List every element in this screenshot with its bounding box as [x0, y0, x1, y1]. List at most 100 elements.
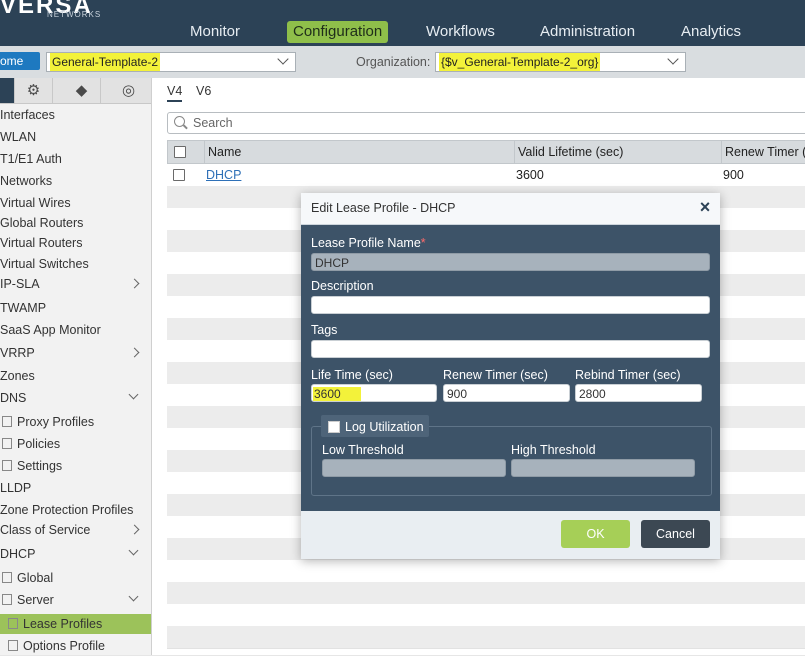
tab-v6[interactable]: V6: [196, 84, 211, 98]
high-threshold-field[interactable]: [511, 459, 695, 477]
organization-select[interactable]: {$v_General-Template-2_org}: [435, 52, 686, 72]
chevron-right-icon: [129, 278, 140, 289]
sidebar-item-class-of-service[interactable]: Class of Service: [0, 520, 151, 540]
log-utilization-label: Log Utilization: [345, 420, 424, 434]
sidebar-item-lldp[interactable]: LLDP: [0, 478, 31, 498]
sidebar-item-saas-app-monitor[interactable]: SaaS App Monitor: [0, 320, 101, 340]
lease-profile-name-label: Lease Profile Name*: [311, 236, 426, 250]
description-field[interactable]: [311, 296, 710, 314]
search-input[interactable]: Search: [167, 112, 805, 134]
sidebar-item-label: Options Profile: [23, 639, 105, 653]
cell-name: DHCP: [203, 164, 511, 186]
tab-menu[interactable]: ›: [0, 78, 15, 103]
description-label: Description: [311, 279, 374, 293]
life-time-value: 3600: [313, 387, 361, 401]
sidebar-item-label: DNS: [0, 391, 27, 405]
sidebar-item-virtual-routers[interactable]: Virtual Routers: [0, 233, 82, 253]
cancel-button[interactable]: Cancel: [641, 520, 710, 548]
page-icon: [2, 438, 12, 449]
table-row[interactable]: DHCP 3600 900: [167, 164, 805, 187]
sidebar-item-dhcp[interactable]: DHCP: [0, 544, 151, 564]
chevron-right-icon: [129, 347, 140, 358]
sidebar-item-label: Policies: [17, 437, 61, 451]
globe-gear-icon[interactable]: ◎: [110, 78, 147, 103]
sidebar-item-twamp[interactable]: TWAMP: [0, 298, 46, 318]
sidebar-item-lease-profiles[interactable]: Lease Profiles: [0, 614, 151, 634]
sidebar-item-virtual-wires[interactable]: Virtual Wires: [0, 193, 71, 213]
nav-configuration[interactable]: Configuration: [287, 21, 389, 43]
select-all-checkbox[interactable]: [174, 146, 186, 158]
search-placeholder: Search: [193, 116, 233, 130]
low-threshold-field[interactable]: [322, 459, 506, 477]
field-label: Lease Profile Name: [311, 236, 421, 250]
sidebar-item-label: DHCP: [0, 547, 36, 561]
page-icon: [2, 416, 12, 427]
sidebar-item-vrrp[interactable]: VRRP: [0, 343, 151, 363]
sidebar-item-zones[interactable]: Zones: [0, 366, 35, 386]
rebind-timer-field[interactable]: 2800: [575, 384, 702, 402]
sidebar-item-label: VRRP: [0, 346, 35, 360]
sidebar-item-server[interactable]: Server: [2, 590, 151, 610]
column-name[interactable]: Name: [204, 141, 513, 163]
sidebar-item-label: Lease Profiles: [23, 617, 103, 631]
close-icon[interactable]: ×: [698, 198, 712, 216]
sidebar-item-proxy-profiles[interactable]: Proxy Profiles: [2, 412, 94, 432]
nav-administration[interactable]: Administration: [540, 21, 635, 43]
sidebar-item-label: Proxy Profiles: [17, 415, 95, 429]
sidebar-item-wlan[interactable]: WLAN: [0, 127, 36, 147]
ok-button[interactable]: OK: [561, 520, 630, 548]
empty-row: [167, 582, 805, 605]
chevron-down-icon: [667, 53, 679, 65]
column-valid-lifetime[interactable]: Valid Lifetime (sec): [514, 141, 720, 163]
cell-renew-timer: 900: [723, 168, 744, 182]
home-button[interactable]: ome: [0, 52, 40, 70]
renew-timer-label: Renew Timer (sec): [443, 368, 548, 382]
gear-icon[interactable]: ⚙: [15, 78, 53, 103]
nav-monitor[interactable]: Monitor: [190, 21, 240, 43]
sidebar-item-ip-sla[interactable]: IP-SLA: [0, 274, 151, 294]
sidebar-item-label: Global: [17, 571, 54, 585]
sidebar-item-settings[interactable]: Settings: [2, 456, 62, 476]
cell-valid-lifetime: 3600: [516, 168, 544, 182]
life-time-field[interactable]: 3600: [311, 384, 437, 402]
log-utilization-checkbox[interactable]: [328, 421, 340, 433]
tab-v4[interactable]: V4: [167, 84, 183, 102]
lease-profile-name-field[interactable]: DHCP: [311, 253, 710, 271]
page-icon: [8, 640, 18, 651]
dialog-title: Edit Lease Profile - DHCP: [311, 201, 456, 215]
sidebar-item-options-profile[interactable]: Options Profile: [8, 636, 105, 656]
nav-workflows[interactable]: Workflows: [426, 21, 495, 43]
low-threshold-label: Low Threshold: [322, 443, 404, 457]
column-renew-timer[interactable]: Renew Timer (s: [721, 141, 805, 163]
empty-row: [167, 626, 805, 649]
chevron-down-icon: [277, 53, 289, 65]
row-checkbox[interactable]: [173, 169, 185, 181]
sidebar-item-t1e1-auth[interactable]: T1/E1 Auth: [0, 149, 62, 169]
page-icon: [8, 618, 18, 629]
sidebar-tabs: › ⚙ ◆ ◎: [0, 78, 151, 104]
logo-subtitle: NETWORKS: [47, 10, 102, 19]
life-time-label: Life Time (sec): [311, 368, 393, 382]
sidebar-item-global-routers[interactable]: Global Routers: [0, 213, 83, 233]
tags-field[interactable]: [311, 340, 710, 358]
search-icon: [174, 116, 185, 127]
sidebar-item-zone-protection[interactable]: Zone Protection Profiles: [0, 500, 133, 520]
template-select[interactable]: General-Template-2: [46, 52, 296, 72]
renew-timer-field[interactable]: 900: [443, 384, 570, 402]
empty-row: [167, 604, 805, 627]
sidebar-item-policies[interactable]: Policies: [2, 434, 60, 454]
cube-icon[interactable]: ◆: [63, 78, 101, 103]
dialog-header: Edit Lease Profile - DHCP ×: [301, 193, 720, 225]
sidebar-item-virtual-switches[interactable]: Virtual Switches: [0, 254, 89, 274]
high-threshold-label: High Threshold: [511, 443, 596, 457]
sidebar-item-label: Server: [17, 593, 54, 607]
sidebar-item-networks[interactable]: Networks: [0, 171, 52, 191]
row-name-link[interactable]: DHCP: [206, 168, 241, 182]
page-icon: [2, 594, 12, 605]
sidebar-item-dns[interactable]: DNS: [0, 388, 151, 408]
sidebar-item-interfaces[interactable]: Interfaces: [0, 105, 55, 125]
nav-analytics[interactable]: Analytics: [681, 21, 741, 43]
top-bar: VERSA NETWORKS Monitor Configuration Wor…: [0, 0, 805, 46]
rebind-timer-label: Rebind Timer (sec): [575, 368, 681, 382]
sidebar-item-global[interactable]: Global: [2, 568, 53, 588]
